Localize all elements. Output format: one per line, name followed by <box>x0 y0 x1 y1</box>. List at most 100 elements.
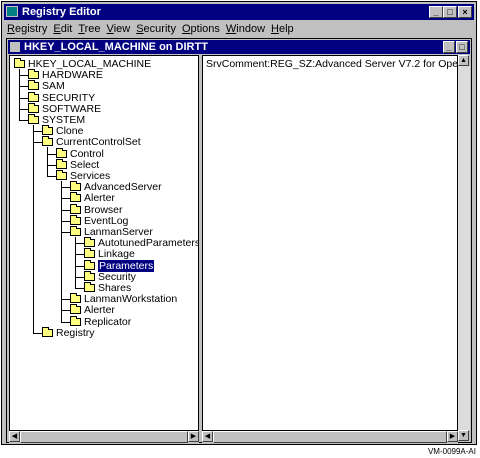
tree-node-security[interactable]: Security <box>84 270 136 283</box>
tree-node-select[interactable]: Select <box>56 158 99 171</box>
menu-security[interactable]: Security <box>133 21 179 37</box>
tree-node-browser[interactable]: Browser <box>70 203 123 216</box>
folder-icon <box>42 125 53 136</box>
vertical-scrollbar[interactable]: ▲ ▼ <box>458 55 470 441</box>
tree-branch-line <box>61 187 70 189</box>
tree-horizontal-scrollbar[interactable]: ◀ ▶ <box>9 431 199 443</box>
tree-branch-line <box>75 288 84 289</box>
menu-options[interactable]: Options <box>179 21 223 37</box>
tree-node-alerter[interactable]: Alerter <box>70 304 115 316</box>
tree-node-label: Browser <box>84 203 123 216</box>
folder-icon <box>84 248 95 259</box>
tree-node-label: Registry <box>56 326 95 339</box>
registry-editor-window: Registry Editor _ □ × Registry Edit Tree Vi… <box>1 1 477 445</box>
menu-help[interactable]: Help <box>268 21 297 37</box>
tree-node-clone[interactable]: Clone <box>42 125 83 137</box>
tree-branch-line <box>75 265 84 267</box>
tree-node-currentcontrolset[interactable]: CurrentControlSet <box>42 136 141 148</box>
value-pane[interactable]: SrvComment:REG_SZ:Advanced Server V7.2 f… <box>202 55 458 431</box>
tree-node-linkage[interactable]: Linkage <box>84 248 135 260</box>
tree-branch-line <box>33 142 42 144</box>
vertical-scroll-track[interactable] <box>458 66 470 430</box>
tree-node-label: HKEY_LOCAL_MACHINE <box>28 58 152 70</box>
tree-node-label: LanmanWorkstation <box>84 293 178 306</box>
tree-connector-line <box>33 125 34 333</box>
folder-icon <box>70 293 81 304</box>
tree-node-label: Control <box>70 147 104 160</box>
tree-node-replicator[interactable]: Replicator <box>70 315 131 328</box>
folder-icon <box>70 203 81 214</box>
tree-node-system[interactable]: SYSTEM <box>28 114 85 126</box>
hive-title: HKEY_LOCAL_MACHINE on DIRTT <box>24 41 208 53</box>
menu-tree[interactable]: Tree <box>75 21 103 37</box>
tree-node-label: Clone <box>56 125 84 138</box>
value-scroll-left-arrow-icon[interactable]: ◀ <box>202 431 213 442</box>
folder-icon <box>28 91 39 102</box>
menu-edit[interactable]: Edit <box>50 21 75 37</box>
maximize-button[interactable]: □ <box>443 6 457 18</box>
tree-node-software[interactable]: SOFTWARE <box>28 102 102 115</box>
hive-minimize-button[interactable]: _ <box>443 41 455 53</box>
tree-node-label: LanmanServer <box>84 226 153 238</box>
tree-node-label: Shares <box>98 282 132 294</box>
tree-node-lanmanworkstation[interactable]: LanmanWorkstation <box>70 293 177 305</box>
tree-scroll-thumb[interactable] <box>20 431 188 443</box>
folder-icon <box>56 170 67 180</box>
tree-node-label: AutotunedParameters <box>98 237 199 250</box>
value-entry[interactable]: SrvComment:REG_SZ:Advanced Server V7.2 f… <box>206 58 457 70</box>
window-title: Registry Editor <box>22 6 101 18</box>
value-scroll-right-arrow-icon[interactable]: ▶ <box>447 431 458 442</box>
tree-scroll-left-arrow-icon[interactable]: ◀ <box>9 431 20 442</box>
tree-node-parameters[interactable]: Parameters <box>84 259 155 272</box>
tree-node-advancedserver[interactable]: AdvancedServer <box>70 181 162 193</box>
hive-window: HKEY_LOCAL_MACHINE on DIRTT _ □ HKEY_LOC… <box>6 38 472 443</box>
tree-node-control[interactable]: Control <box>56 147 104 160</box>
tree-node-alerter[interactable]: Alerter <box>70 192 115 204</box>
folder-icon <box>70 214 81 225</box>
tree-branch-line <box>19 108 28 110</box>
app-icon[interactable] <box>6 6 18 17</box>
close-button[interactable]: × <box>458 6 472 18</box>
tree-node-hkey-local-machine[interactable]: HKEY_LOCAL_MACHINE <box>14 58 151 70</box>
hive-window-icon[interactable] <box>10 42 20 52</box>
hive-maximize-button[interactable]: □ <box>456 41 468 53</box>
tree-branch-line <box>61 310 70 312</box>
tree-branch-line <box>19 75 28 77</box>
tree-node-shares[interactable]: Shares <box>84 282 131 294</box>
tree-branch-line <box>61 321 70 323</box>
folder-icon <box>28 80 39 91</box>
scroll-down-arrow-icon[interactable]: ▼ <box>458 430 469 441</box>
tree-node-label: HARDWARE <box>42 69 103 82</box>
folder-icon <box>56 147 67 158</box>
folder-icon <box>84 270 95 281</box>
tree-node-security[interactable]: SECURITY <box>28 91 95 104</box>
value-scroll-thumb[interactable] <box>213 431 447 443</box>
tree-node-lanmanserver[interactable]: LanmanServer <box>70 226 153 238</box>
tree-node-label: Alerter <box>84 304 115 317</box>
tree-node-services[interactable]: Services <box>56 170 110 182</box>
tree-node-sam[interactable]: SAM <box>28 80 65 92</box>
value-horizontal-scrollbar[interactable]: ◀ ▶ <box>202 431 458 443</box>
tree-connector-line <box>47 147 48 176</box>
key-tree-pane[interactable]: HKEY_LOCAL_MACHINE HARDWARE SAM SECURITY SOF… <box>9 55 199 431</box>
title-bar[interactable]: Registry Editor _ □ × <box>4 4 474 20</box>
tree-scroll-right-arrow-icon[interactable]: ▶ <box>188 431 199 442</box>
tree-node-eventlog[interactable]: EventLog <box>70 214 128 227</box>
tree-node-autotunedparameters[interactable]: AutotunedParameters <box>84 237 199 250</box>
hive-title-bar[interactable]: HKEY_LOCAL_MACHINE on DIRTT _ □ <box>8 40 470 54</box>
menu-registry[interactable]: Registry <box>4 21 50 37</box>
folder-icon <box>28 114 39 124</box>
folder-icon <box>56 158 67 169</box>
menu-window[interactable]: Window <box>223 21 268 37</box>
folder-icon <box>84 237 95 248</box>
folder-icon <box>70 192 81 203</box>
scroll-up-arrow-icon[interactable]: ▲ <box>458 55 469 66</box>
tree-node-label: AdvancedServer <box>84 181 162 194</box>
tree-node-hardware[interactable]: HARDWARE <box>28 69 103 81</box>
tree-branch-line <box>19 120 28 121</box>
menu-view[interactable]: View <box>104 21 134 37</box>
folder-icon <box>70 315 81 326</box>
tree-node-registry[interactable]: Registry <box>42 326 95 339</box>
tree-node-label: SOFTWARE <box>42 102 102 115</box>
minimize-button[interactable]: _ <box>429 6 443 18</box>
